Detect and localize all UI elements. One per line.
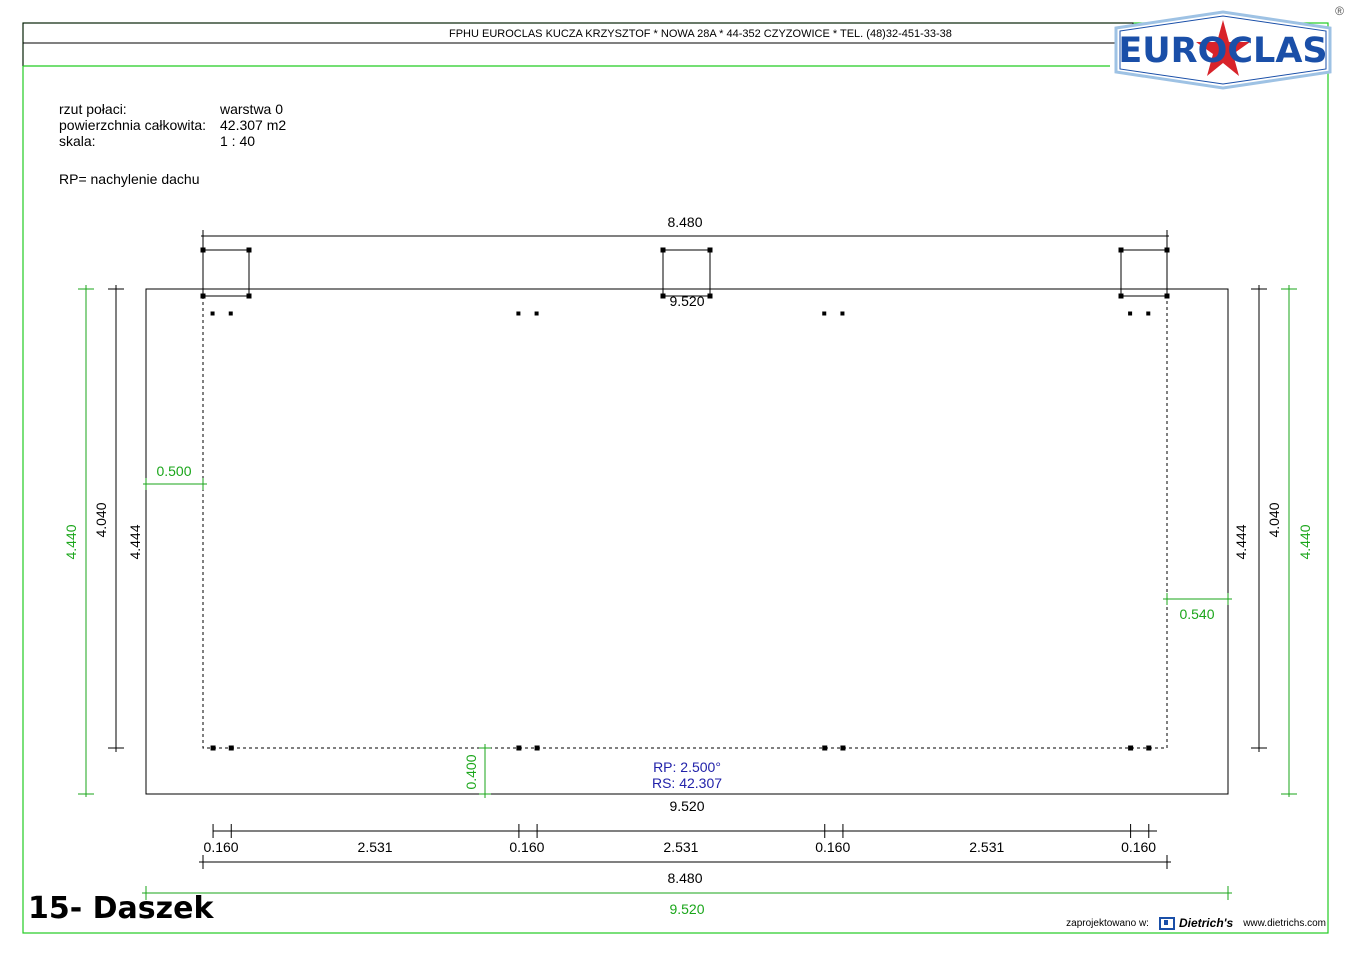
rafter-node xyxy=(1128,745,1134,751)
info-value: 1 : 40 xyxy=(220,133,256,149)
dim-front-overhang-label: 0.400 xyxy=(463,754,479,789)
rafter-node-small xyxy=(822,311,827,316)
segment-label: 0.160 xyxy=(1121,839,1156,855)
designed-in-label: zaprojektowano w: xyxy=(1066,917,1149,929)
info-label: skala: xyxy=(59,133,96,149)
post-node xyxy=(200,293,206,299)
rafter-node-small xyxy=(210,311,215,316)
dim-bottom-overall: 9.520 xyxy=(142,886,1232,917)
rafter-node-small xyxy=(1128,311,1133,316)
post-node xyxy=(1118,293,1124,299)
dim-segment-chain: 0.160 2.531 0.160 2.531 0.160 2.531 0.160 xyxy=(204,824,1157,855)
wall-outline-dashed xyxy=(202,296,1168,749)
segment-label: 2.531 xyxy=(358,839,393,855)
dim-top-full-label: 9.520 xyxy=(669,293,704,309)
dietrichs-brand: Dietrich's xyxy=(1158,916,1234,930)
rafter-node-small xyxy=(840,311,845,316)
post-node xyxy=(246,247,252,253)
dim-left-outer: 4.440 xyxy=(63,285,94,797)
post-node xyxy=(1164,293,1170,299)
post-node xyxy=(246,293,252,299)
slope-note: RP= nachylenie dachu xyxy=(59,171,200,187)
dim-right-outer-label: 4.440 xyxy=(1297,524,1313,559)
dim-left-depth-label: 4.444 xyxy=(127,524,143,559)
rafter-node xyxy=(840,745,846,751)
dim-right-inner: 4.040 xyxy=(1251,285,1282,752)
company-header: FPHU EUROCLAS KUCZA KRZYSZTOF * NOWA 28A… xyxy=(449,28,952,40)
dim-right-overhang: 0.540 xyxy=(1163,593,1232,622)
dim-bottom-inner: 8.480 xyxy=(199,855,1171,886)
segment-label: 0.160 xyxy=(509,839,544,855)
rafter-node-small xyxy=(228,311,233,316)
dim-left-inner: 4.040 xyxy=(93,285,124,752)
segment-label: 2.531 xyxy=(663,839,698,855)
dim-left-inner-label: 4.040 xyxy=(93,502,109,537)
dim-right-inner-label: 4.040 xyxy=(1266,502,1282,537)
info-row: rzut połaci: warstwa 0 xyxy=(59,101,286,117)
rafter-node xyxy=(516,745,522,751)
footer: zaprojektowano w: Dietrich's www.dietric… xyxy=(1066,916,1326,930)
rafter-node xyxy=(228,745,234,751)
dim-right-depth-label: 4.444 xyxy=(1233,524,1249,559)
info-row: skala: 1 : 40 xyxy=(59,133,286,149)
dim-left-outer-label: 4.440 xyxy=(63,524,79,559)
rafter-node-small xyxy=(1146,311,1151,316)
dim-left-overhang-label: 0.500 xyxy=(156,463,191,479)
dietrichs-website[interactable]: www.dietrichs.com xyxy=(1243,918,1326,929)
dim-front-overhang: 0.400 xyxy=(463,744,491,798)
registered-mark: ® xyxy=(1335,4,1344,18)
rafter-nodes xyxy=(210,311,1152,751)
logo-text: EUROCLAS xyxy=(1118,31,1327,71)
post-nodes xyxy=(200,247,1170,299)
sheet-frame xyxy=(22,22,1329,934)
info-row: powierzchnia całkowita: 42.307 m2 xyxy=(59,117,286,133)
info-label: rzut połaci: xyxy=(59,101,127,117)
dim-bottom-inner-label: 8.480 xyxy=(667,870,702,886)
dim-left-overhang: 0.500 xyxy=(143,463,207,490)
roof-outline xyxy=(145,288,1229,795)
dim-top-inner: 8.480 xyxy=(201,214,1169,250)
dim-right-overhang-label: 0.540 xyxy=(1179,606,1214,622)
post-node xyxy=(660,247,666,253)
info-label: powierzchnia całkowita: xyxy=(59,117,207,133)
dietrichs-brand-text: Dietrich's xyxy=(1178,916,1234,930)
info-block: rzut połaci: warstwa 0 powierzchnia całk… xyxy=(59,101,286,149)
post-node xyxy=(707,247,713,253)
dim-right-outer: 4.440 xyxy=(1281,285,1313,797)
post-node xyxy=(660,293,666,299)
sheet-title: 15- Daszek xyxy=(28,891,214,926)
segment-label: 2.531 xyxy=(969,839,1004,855)
euroclas-logo: EUROCLAS xyxy=(1114,10,1332,90)
segment-label: 0.160 xyxy=(815,839,850,855)
info-value: 42.307 m2 xyxy=(220,117,287,133)
rafter-node xyxy=(822,745,828,751)
dim-bottom-full-label: 9.520 xyxy=(669,798,704,814)
info-value: warstwa 0 xyxy=(220,101,284,117)
slope-label: RP: 2.500° xyxy=(653,759,721,775)
dietrichs-logo-icon xyxy=(1158,916,1175,930)
rafter-node xyxy=(1146,745,1152,751)
segment-label: 0.160 xyxy=(204,839,239,855)
dim-top-inner-label: 8.480 xyxy=(667,214,702,230)
area-label: RS: 42.307 xyxy=(652,775,722,791)
rafter-node xyxy=(210,745,216,751)
rafter-node xyxy=(534,745,540,751)
rafter-node-small xyxy=(534,311,539,316)
dim-bottom-overall-label: 9.520 xyxy=(669,901,704,917)
post-node xyxy=(707,293,713,299)
rafter-node-small xyxy=(516,311,521,316)
post-node xyxy=(1118,247,1124,253)
